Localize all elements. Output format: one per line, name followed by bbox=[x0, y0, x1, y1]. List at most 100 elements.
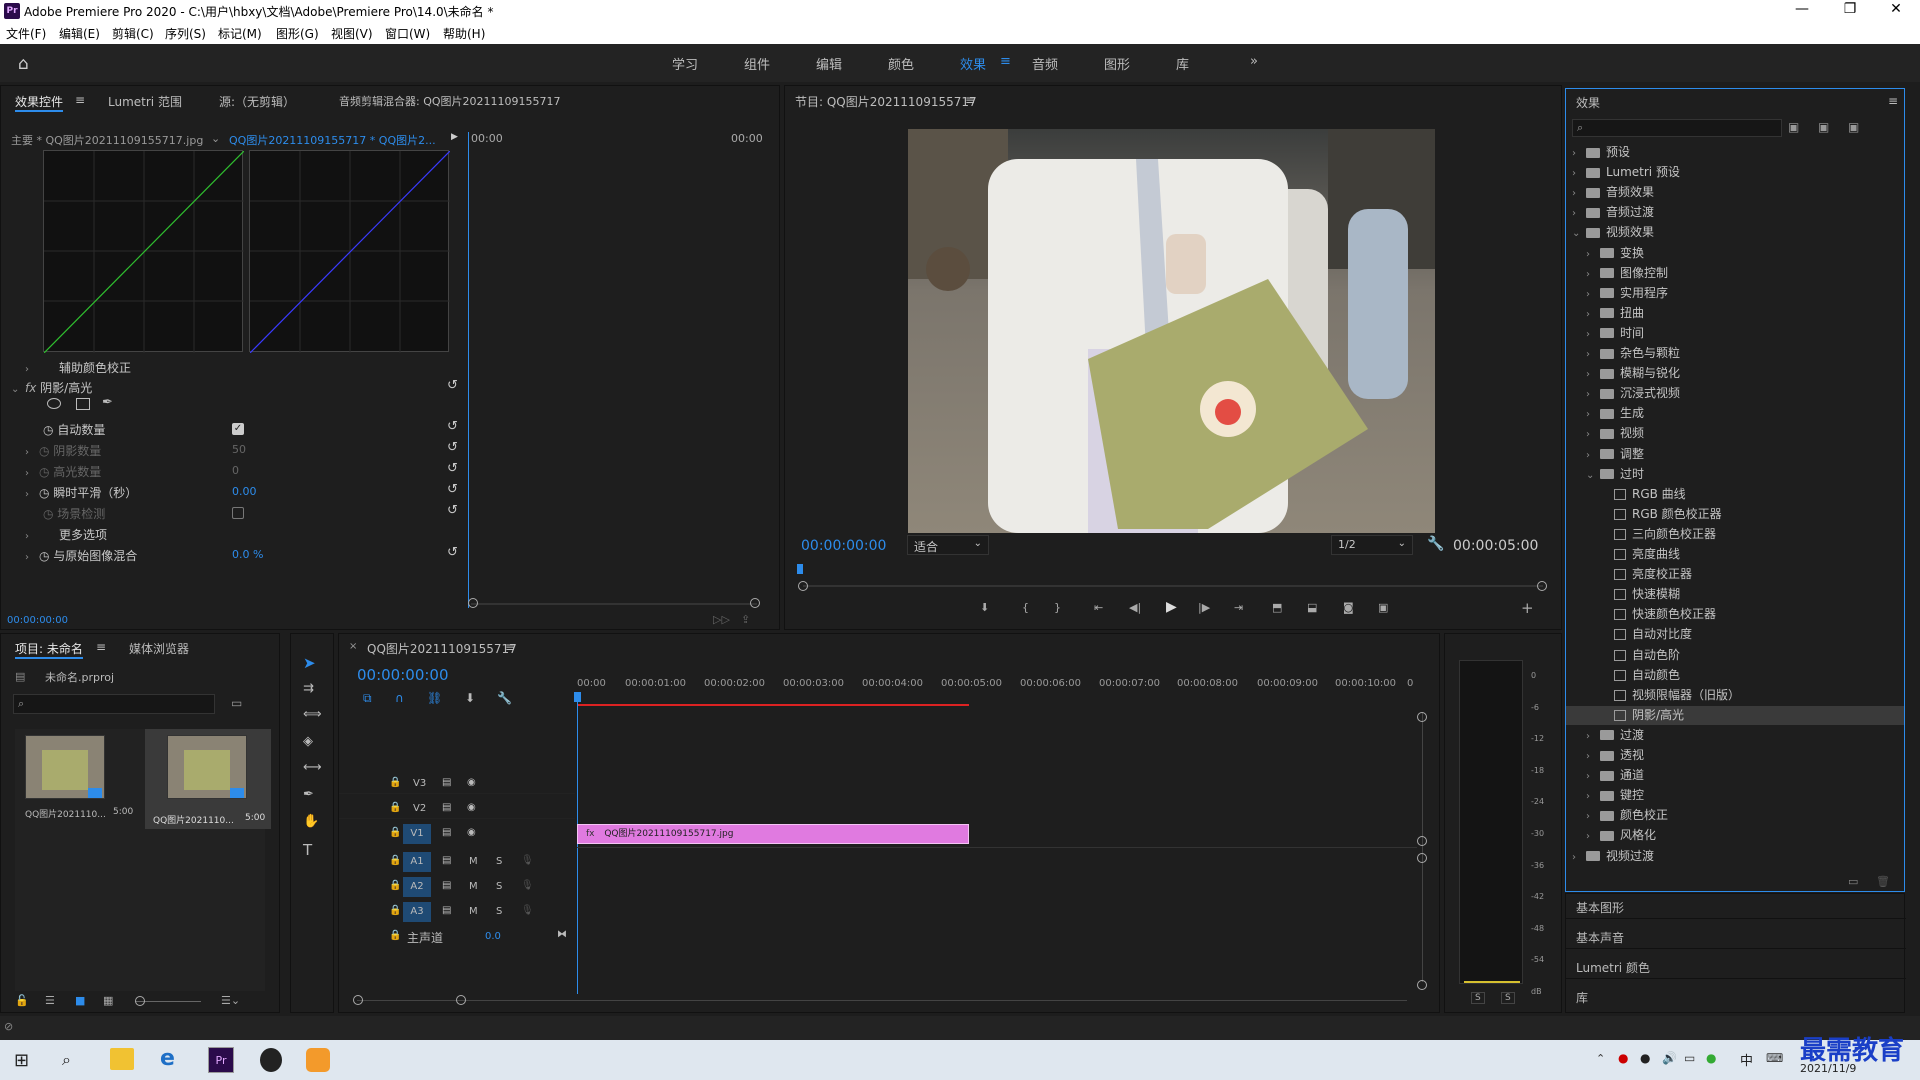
a-scroll-handle[interactable] bbox=[1417, 980, 1427, 990]
project-item-selected[interactable]: QQ图片2021110... 5:00 bbox=[145, 729, 271, 829]
extract-icon[interactable]: ⬓ bbox=[1307, 601, 1317, 614]
effects-item[interactable]: 亮度校正器 bbox=[1566, 565, 1904, 584]
rgb-curve-graph[interactable] bbox=[249, 150, 450, 353]
param-more-options[interactable]: › 更多选项 bbox=[25, 526, 107, 543]
effects-item[interactable]: 快速模糊 bbox=[1566, 585, 1904, 604]
tab-effect-controls[interactable]: 效果控件 bbox=[15, 93, 64, 112]
temporal-smoothing-value[interactable]: 0.00 bbox=[232, 485, 257, 498]
yuv-effects-icon[interactable]: ▣ bbox=[1848, 120, 1859, 134]
scene-detect-checkbox[interactable] bbox=[232, 507, 244, 519]
reset-icon[interactable]: ↺ bbox=[447, 545, 458, 560]
track-v2[interactable]: 🔒 V2 ▤ ◉ bbox=[339, 799, 575, 819]
master-clip-label[interactable]: 主要 * QQ图片20211109155717.jpg bbox=[11, 132, 203, 148]
sync-icon[interactable]: ▤ bbox=[442, 905, 451, 916]
program-zoom-bar[interactable] bbox=[803, 585, 1543, 587]
add-marker-icon[interactable]: ⬇ bbox=[980, 601, 989, 614]
add-marker-icon[interactable]: ⬇ bbox=[465, 691, 475, 705]
effects-folder[interactable]: › 沉浸式视频 bbox=[1566, 384, 1904, 403]
ec-zoom-bar[interactable] bbox=[471, 603, 757, 605]
comparison-view-icon[interactable]: ▣ bbox=[1378, 601, 1388, 614]
panel-lumetri-color[interactable]: Lumetri 颜色 bbox=[1576, 959, 1650, 976]
quality-dropdown[interactable]: 1/2 ⌄ bbox=[1331, 535, 1413, 555]
menu-file[interactable]: 文件(F) bbox=[6, 25, 46, 42]
eye-icon[interactable]: ◉ bbox=[467, 827, 476, 838]
program-ruler[interactable] bbox=[797, 564, 1549, 574]
go-to-end-icon[interactable]: ⧓ bbox=[557, 929, 567, 940]
keyboard-icon[interactable]: ⌨ bbox=[1766, 1051, 1783, 1065]
project-thumbnail[interactable] bbox=[167, 735, 247, 799]
effects-folder[interactable]: ⌄ 视频效果 bbox=[1566, 223, 1904, 242]
lock-icon[interactable]: 🔒 bbox=[389, 880, 401, 891]
effects-item[interactable]: 自动对比度 bbox=[1566, 625, 1904, 644]
effects-folder[interactable]: ⌄ 过时 bbox=[1566, 465, 1904, 484]
nest-icon[interactable]: ⧉ bbox=[363, 691, 372, 706]
ec-zoom-handle-right[interactable] bbox=[750, 598, 760, 608]
param-shadow-amount[interactable]: › ◷ 阴影数量 bbox=[25, 442, 101, 459]
solo-right-button[interactable]: S bbox=[1501, 992, 1515, 1004]
reset-icon[interactable]: ↺ bbox=[447, 482, 458, 497]
mark-out-icon[interactable]: } bbox=[1054, 601, 1061, 614]
effects-item[interactable]: 亮度曲线 bbox=[1566, 545, 1904, 564]
ime-indicator[interactable]: 中 bbox=[1740, 1050, 1753, 1069]
mute-button[interactable]: M bbox=[469, 856, 478, 867]
param-highlight-amount[interactable]: › ◷ 高光数量 bbox=[25, 463, 101, 480]
horizontal-scrollbar[interactable] bbox=[357, 1000, 1407, 1001]
mark-in-icon[interactable]: { bbox=[1022, 601, 1029, 614]
reset-icon[interactable]: ↺ bbox=[447, 461, 458, 476]
track-a1[interactable]: 🔒 A1 ▤ M S 🎙 bbox=[339, 852, 575, 872]
tab-audio-clip-mixer[interactable]: 音频剪辑混合器: QQ图片20211109155717 bbox=[339, 93, 561, 109]
pen-mask-icon[interactable]: ✒ bbox=[102, 395, 113, 410]
lock-icon[interactable]: 🔒 bbox=[389, 930, 401, 941]
menu-view[interactable]: 视图(V) bbox=[331, 25, 373, 42]
panel-essential-sound[interactable]: 基本声音 bbox=[1576, 929, 1624, 946]
button-editor-plus-icon[interactable]: + bbox=[1521, 599, 1534, 617]
premiere-taskbar-icon[interactable]: Pr bbox=[208, 1047, 234, 1073]
sync-icon[interactable]: ▤ bbox=[442, 855, 451, 866]
menu-marker[interactable]: 标记(M) bbox=[218, 25, 262, 42]
freeform-view-icon[interactable]: ▦ bbox=[103, 994, 113, 1007]
sync-icon[interactable]: ▤ bbox=[442, 827, 451, 838]
mic-icon[interactable]: 🎙 bbox=[521, 880, 534, 891]
reset-icon[interactable]: ↺ bbox=[447, 378, 458, 393]
track-master[interactable]: 🔒 主声道 0.0 ⧓ bbox=[339, 927, 575, 947]
new-bin-icon[interactable]: ▭ bbox=[231, 696, 242, 710]
timeline-ruler[interactable]: 00:00 00:00:01:00 00:00:02:00 00:00:03:0… bbox=[577, 678, 1417, 700]
menu-graphics[interactable]: 图形(G) bbox=[276, 25, 319, 42]
lock-icon[interactable]: 🔒 bbox=[389, 827, 401, 838]
workspace-audio[interactable]: 音频 bbox=[1032, 54, 1058, 73]
ec-zoom-handle-left[interactable] bbox=[468, 598, 478, 608]
program-zoom-left[interactable] bbox=[798, 581, 808, 591]
menu-window[interactable]: 窗口(W) bbox=[385, 25, 430, 42]
stopwatch-icon[interactable]: ◷ bbox=[43, 423, 53, 437]
razor-tool-icon[interactable]: ◈ bbox=[303, 734, 313, 749]
effects-item[interactable]: 自动色阶 bbox=[1566, 646, 1904, 665]
network-icon[interactable]: ▭ bbox=[1684, 1051, 1695, 1065]
icon-view-icon[interactable]: ■ bbox=[75, 994, 85, 1007]
timeline-timecode[interactable]: 00:00:00:00 bbox=[357, 666, 449, 684]
close-icon[interactable]: ✕ bbox=[1876, 1, 1916, 17]
workspace-learn[interactable]: 学习 bbox=[672, 54, 698, 73]
effects-item[interactable]: 三向颜色校正器 bbox=[1566, 525, 1904, 544]
step-forward-icon[interactable]: |▶ bbox=[1198, 601, 1210, 614]
track-v1[interactable]: 🔒 V1 ▤ ◉ bbox=[339, 824, 575, 844]
chevron-down-icon[interactable]: ⌄ bbox=[211, 132, 220, 145]
v-scroll-handle[interactable] bbox=[1417, 836, 1427, 846]
workspace-color[interactable]: 颜色 bbox=[888, 54, 914, 73]
effects-item[interactable]: 视频限幅器（旧版） bbox=[1566, 686, 1904, 705]
go-to-out-icon[interactable]: ⇥ bbox=[1234, 601, 1243, 614]
windows-start-icon[interactable]: ⊞ bbox=[14, 1050, 29, 1071]
program-playhead[interactable] bbox=[797, 564, 803, 574]
panel-libraries[interactable]: 库 bbox=[1576, 989, 1588, 1006]
effects-menu-icon[interactable]: ≡ bbox=[1888, 94, 1898, 108]
effects-folder[interactable]: › 过渡 bbox=[1566, 726, 1904, 745]
32bit-effects-icon[interactable]: ▣ bbox=[1818, 120, 1829, 134]
solo-left-button[interactable]: S bbox=[1471, 992, 1485, 1004]
clip-label[interactable]: QQ图片20211109155717 * QQ图片2... bbox=[229, 132, 436, 148]
list-view-icon[interactable]: ☰ bbox=[45, 994, 55, 1007]
tab-project[interactable]: 项目: 未命名 bbox=[15, 640, 83, 659]
solo-button[interactable]: S bbox=[496, 881, 502, 892]
tray-app-icon[interactable]: ● bbox=[1618, 1051, 1628, 1065]
effects-folder[interactable]: › 实用程序 bbox=[1566, 284, 1904, 303]
blend-original-value[interactable]: 0.0 % bbox=[232, 548, 263, 561]
eye-icon[interactable]: ◉ bbox=[467, 802, 476, 813]
